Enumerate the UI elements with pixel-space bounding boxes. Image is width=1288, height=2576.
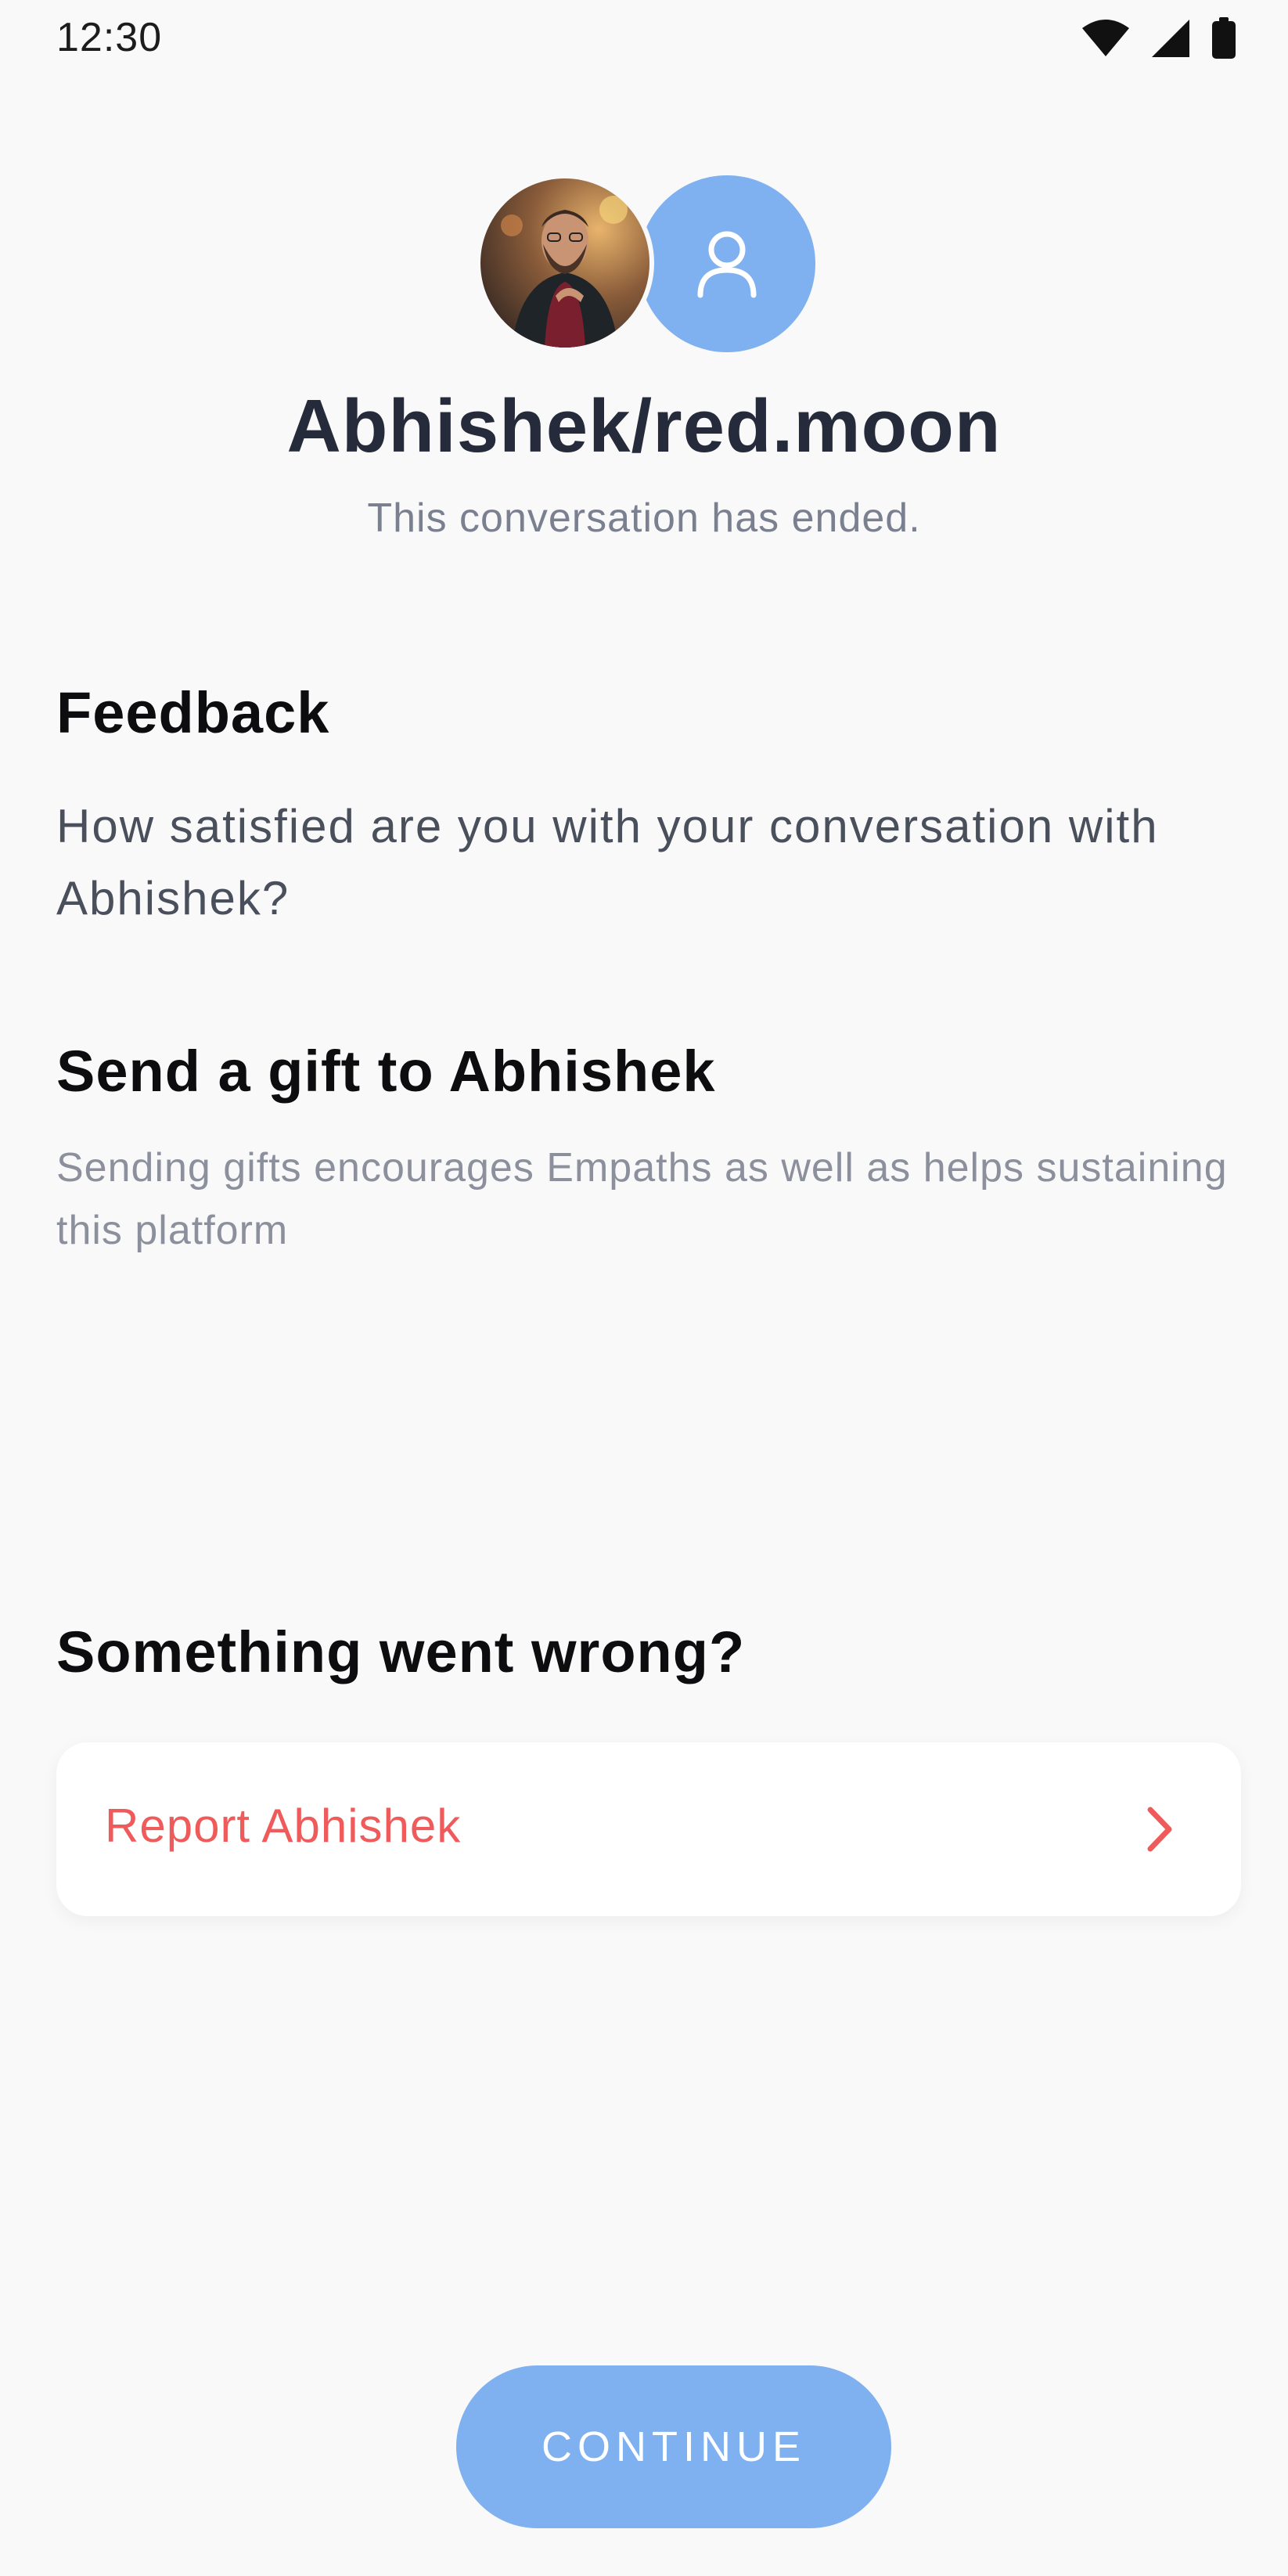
signal-icon	[1150, 18, 1191, 59]
chevron-right-icon	[1144, 1805, 1175, 1857]
continue-button[interactable]: CONTINUE	[456, 2365, 891, 2528]
battery-icon	[1211, 17, 1236, 59]
gift-description: Sending gifts encourages Empaths as well…	[56, 1145, 1228, 1253]
report-user-button[interactable]: Report Abhishek	[56, 1742, 1241, 1916]
conversation-status: This conversation has ended.	[367, 495, 921, 541]
user-icon	[689, 225, 765, 304]
feedback-question: How satisfied are you with your conversa…	[56, 800, 1159, 924]
page-title: Abhishek/red.moon	[286, 384, 1002, 468]
report-label: Report Abhishek	[105, 1800, 462, 1852]
feedback-heading: Feedback	[56, 680, 330, 745]
profile-photo-avatar	[476, 174, 654, 352]
problem-heading: Something went wrong?	[56, 1619, 746, 1684]
wifi-icon	[1081, 19, 1130, 58]
status-time: 12:30	[56, 15, 163, 60]
status-icons	[1081, 17, 1236, 59]
participant-avatars	[0, 174, 1288, 354]
gift-heading: Send a gift to Abhishek	[56, 1039, 716, 1104]
user-avatar	[639, 175, 815, 352]
status-bar: 12:30	[0, 0, 1288, 78]
